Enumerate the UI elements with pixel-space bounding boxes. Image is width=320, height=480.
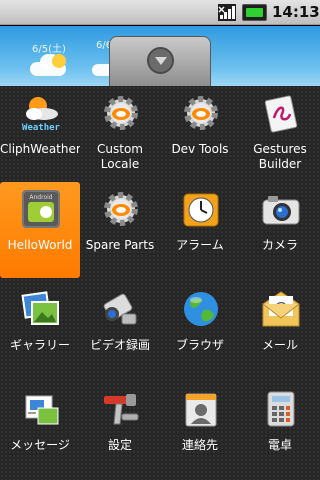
app-label: Spare Parts bbox=[85, 238, 155, 252]
app-label: 設定 bbox=[107, 438, 132, 452]
app-cliphweather[interactable]: Weather CliphWeather bbox=[0, 86, 80, 182]
message-icon bbox=[25, 395, 59, 425]
app-label: 連絡先 bbox=[181, 438, 218, 452]
app-label: HelloWorld bbox=[7, 238, 73, 252]
app-label: ブラウザ bbox=[175, 338, 224, 352]
app-custom-locale[interactable]: Custom Locale bbox=[80, 86, 160, 182]
app-label: カメラ bbox=[261, 238, 298, 252]
gestures-icon bbox=[264, 95, 298, 133]
battery-icon bbox=[242, 4, 267, 21]
app-label: Custom Locale bbox=[97, 142, 143, 171]
app-label: ビデオ録画 bbox=[89, 338, 150, 352]
status-bar: 14:13 bbox=[0, 0, 320, 25]
app-contacts[interactable]: 連絡先 bbox=[160, 382, 240, 478]
gear-icon bbox=[104, 96, 138, 130]
app-label: CliphWeather bbox=[0, 142, 80, 156]
app-settings[interactable]: 設定 bbox=[80, 382, 160, 478]
clock-icon bbox=[183, 193, 219, 227]
app-alarm[interactable]: アラーム bbox=[160, 182, 240, 278]
app-calculator[interactable]: 電卓 bbox=[240, 382, 320, 478]
camera-icon bbox=[262, 196, 300, 225]
signal-icon bbox=[218, 4, 236, 21]
app-label: ギャラリー bbox=[9, 338, 70, 352]
status-time: 14:13 bbox=[272, 3, 320, 21]
weather-icon: Weather bbox=[22, 97, 61, 133]
app-label: Dev Tools bbox=[171, 142, 229, 156]
app-helloworld[interactable]: Android HelloWorld bbox=[0, 182, 80, 278]
app-dev-tools[interactable]: Dev Tools bbox=[160, 86, 240, 182]
settings-icon bbox=[104, 394, 139, 425]
svg-text:Android: Android bbox=[29, 194, 52, 201]
app-gestures-builder[interactable]: Gestures Builder bbox=[240, 86, 320, 182]
globe-icon bbox=[184, 292, 218, 326]
app-browser[interactable]: ブラウザ bbox=[160, 282, 240, 378]
weather-widget-date: 6/5(土) bbox=[32, 44, 66, 55]
app-camera[interactable]: カメラ bbox=[240, 182, 320, 278]
app-label: アラーム bbox=[176, 238, 224, 252]
gear-icon bbox=[184, 96, 218, 130]
app-gallery[interactable]: ギャラリー bbox=[0, 282, 80, 378]
contacts-icon bbox=[185, 393, 217, 427]
app-messaging[interactable]: メッセージ bbox=[0, 382, 80, 478]
app-email[interactable]: @ メール bbox=[240, 282, 320, 378]
app-label: メール bbox=[261, 338, 298, 352]
app-spare-parts[interactable]: Spare Parts bbox=[80, 182, 160, 278]
app-label: 電卓 bbox=[267, 438, 292, 452]
svg-text:Weather: Weather bbox=[22, 123, 61, 133]
calculator-icon bbox=[267, 391, 295, 427]
mail-icon: @ bbox=[262, 291, 300, 327]
app-label: メッセージ bbox=[10, 438, 70, 452]
gear-icon bbox=[104, 192, 138, 226]
chevron-down-icon bbox=[147, 47, 174, 74]
android-icon: Android bbox=[22, 190, 60, 228]
gallery-icon bbox=[21, 291, 59, 325]
app-video-recorder[interactable]: ビデオ録画 bbox=[80, 282, 160, 378]
video-camera-icon bbox=[103, 293, 137, 325]
app-label: Gestures Builder bbox=[253, 142, 307, 171]
sun-icon bbox=[52, 54, 66, 68]
app-drawer-handle[interactable] bbox=[109, 36, 211, 86]
app-drawer[interactable]: Weather CliphWeather Custom Locale Dev T… bbox=[0, 86, 320, 480]
